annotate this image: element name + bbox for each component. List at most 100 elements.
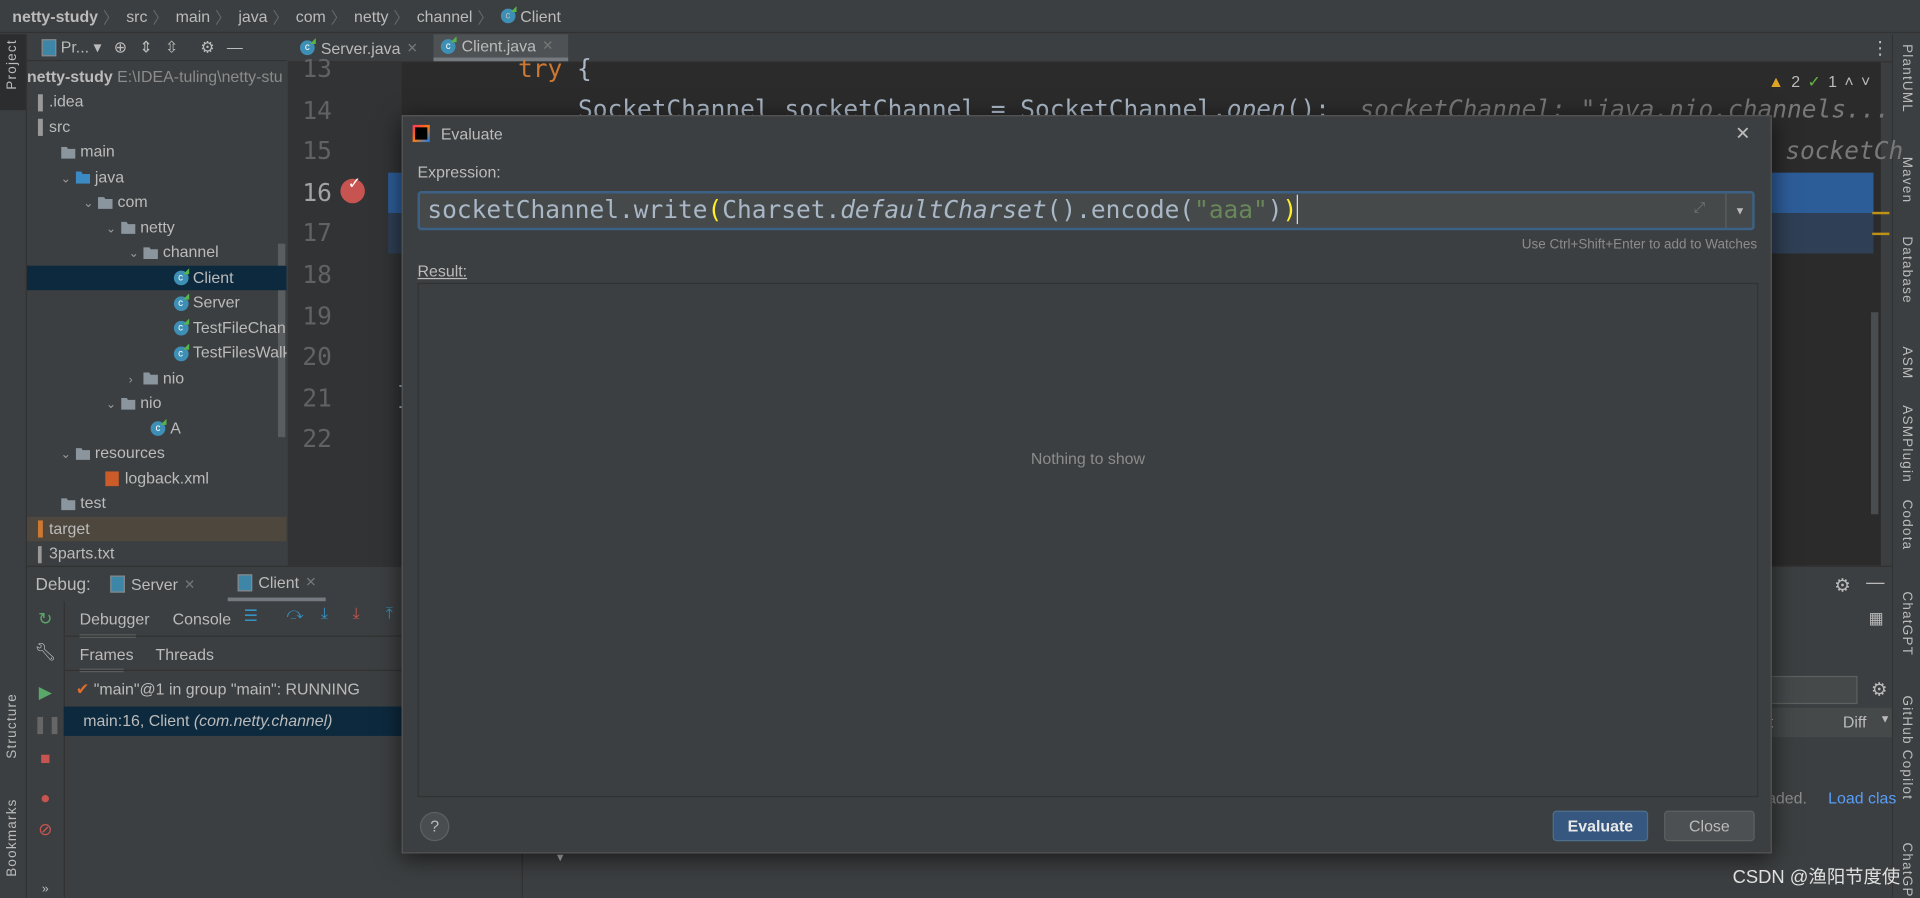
more-options-icon[interactable]: ⋮ <box>1871 37 1889 59</box>
close-icon[interactable]: ✕ <box>542 38 553 54</box>
load-classes-link[interactable]: Load clas <box>1828 789 1896 807</box>
locate-icon[interactable]: ⊕ <box>114 37 127 57</box>
project-tool-button[interactable]: Project <box>0 34 26 111</box>
chevron-down-icon[interactable]: ⌄ <box>106 217 121 241</box>
tree-item[interactable]: ⌄ java <box>27 165 287 189</box>
tree-item[interactable]: cA <box>27 416 287 440</box>
chevron-down-icon[interactable]: ⌄ <box>61 167 76 191</box>
tree-item[interactable]: ⌄ com <box>27 190 287 214</box>
settings-icon[interactable]: ⚙ <box>1871 678 1887 701</box>
tree-item[interactable]: ⌄ channel <box>27 240 287 264</box>
force-step-into-icon[interactable]: ⤓ <box>353 604 360 624</box>
tree-item[interactable]: ⌄ netty <box>27 215 287 239</box>
tab-frames[interactable]: Frames <box>79 645 134 673</box>
close-icon[interactable]: ✕ <box>305 574 316 591</box>
bookmarks-tool-button[interactable]: Bookmarks <box>5 798 20 876</box>
tree-item[interactable]: › nio <box>27 366 287 390</box>
debug-session-server[interactable]: Server ✕ <box>110 567 195 601</box>
close-icon[interactable]: ✕ <box>407 40 418 56</box>
editor-scrollbar[interactable] <box>1871 312 1879 515</box>
tool-window-chatgpt[interactable]: ChatGPT <box>1899 842 1914 897</box>
breakpoint-icon[interactable]: ✓ <box>340 174 365 204</box>
pause-icon[interactable]: ❚❚ <box>33 711 62 735</box>
frame-row[interactable]: main:16, Client (com.netty.channel) <box>63 706 432 736</box>
tree-item[interactable]: test <box>27 491 287 515</box>
close-icon[interactable]: ✕ <box>184 576 195 592</box>
chevron-down-icon[interactable]: ⌄ <box>129 242 144 266</box>
debug-session-client[interactable]: Client ✕ <box>227 567 327 602</box>
close-button[interactable]: Close <box>1664 810 1755 842</box>
diff-column[interactable]: Diff <box>1843 713 1867 731</box>
tool-window-asmplugin[interactable]: ASMPlugin <box>1899 405 1914 483</box>
project-view-dropdown[interactable]: Pr... ▾ <box>41 37 101 57</box>
tool-window-github-copilot[interactable]: GitHub Copilot <box>1899 696 1914 801</box>
tree-item[interactable]: .idea <box>27 89 287 113</box>
expand-all-icon[interactable]: ⇕ <box>139 37 152 57</box>
tree-item[interactable]: 3parts.txt <box>27 541 287 564</box>
breadcrumb-item[interactable]: netty-study <box>12 7 98 25</box>
thread-selector[interactable]: ✔ "main"@1 in group "main": RUNNING <box>76 680 360 700</box>
step-out-icon[interactable]: ⤒ <box>386 604 393 624</box>
history-dropdown[interactable]: ▼ <box>1725 193 1753 228</box>
breadcrumb-item[interactable]: src <box>126 7 147 25</box>
warning-stripe <box>1872 211 1890 215</box>
breadcrumb-item[interactable]: java <box>238 7 267 25</box>
tree-item[interactable]: c Server <box>27 290 287 314</box>
folder-icon <box>37 93 43 111</box>
expression-input[interactable]: socketChannel.write(Charset.defaultChars… <box>417 191 1755 231</box>
inspection-widget[interactable]: ▲ 2 ✓ 1 ˄ ˅ <box>1768 72 1870 92</box>
stop-icon[interactable]: ■ <box>33 746 57 770</box>
tool-window-asm[interactable]: ASM <box>1899 347 1914 380</box>
close-icon[interactable]: ✕ <box>1735 122 1750 145</box>
chevron-down-icon[interactable]: ⌄ <box>106 393 121 417</box>
step-over-icon[interactable]: ⤼ <box>287 604 304 624</box>
tree-item[interactable]: target <box>26 516 287 541</box>
tab-console[interactable]: Console <box>173 610 231 628</box>
breadcrumb-item[interactable]: netty <box>354 7 389 25</box>
expand-icon[interactable]: ⤢ <box>1693 198 1705 216</box>
mute-breakpoints-icon[interactable]: ⊘ <box>33 817 57 841</box>
rerun-icon[interactable]: ↻ <box>33 606 57 630</box>
structure-tool-button[interactable]: Structure <box>5 693 20 759</box>
tree-root[interactable]: netty-study E:\IDEA-tuling\netty-stu <box>27 65 287 89</box>
tool-window-database[interactable]: Database <box>1899 236 1914 303</box>
prev-icon[interactable]: ˄ <box>1844 72 1853 92</box>
tree-item[interactable]: c Client <box>26 265 287 290</box>
tree-item[interactable]: ⌄ resources <box>27 441 287 465</box>
tool-window-chatgpt[interactable]: ChatGPT <box>1899 591 1914 656</box>
next-icon[interactable]: ˅ <box>1861 72 1870 92</box>
breadcrumb-item[interactable]: com <box>296 7 326 25</box>
breadcrumb-item[interactable]: Client <box>520 7 561 25</box>
tool-window-plantuml[interactable]: PlantUML <box>1899 44 1914 113</box>
layout-icon[interactable]: ▦ <box>1869 609 1884 629</box>
resume-icon[interactable]: ▶ <box>33 680 57 704</box>
tree-item[interactable]: ⌄ nio <box>27 391 287 415</box>
tab-threads[interactable]: Threads <box>156 645 214 663</box>
breadcrumb-item[interactable]: channel <box>417 7 473 25</box>
chevron-down-icon[interactable]: ⌄ <box>61 443 76 467</box>
gear-icon[interactable]: ⚙ <box>1834 574 1850 597</box>
chevron-down-icon[interactable]: ⌄ <box>83 192 98 216</box>
chevron-right-icon[interactable]: › <box>129 368 144 392</box>
collapse-all-icon[interactable]: ⇳ <box>165 37 178 57</box>
tree-item[interactable]: cTestFileChannel <box>27 315 287 339</box>
tree-item[interactable]: main <box>27 140 287 164</box>
project-tree: netty-study E:\IDEA-tuling\netty-stu .id… <box>26 62 287 564</box>
minimize-icon[interactable]: — <box>227 38 243 56</box>
tab-debugger[interactable]: Debugger <box>79 610 150 638</box>
tree-item[interactable]: logback.xml <box>27 466 287 490</box>
result-tree[interactable]: Nothing to show <box>417 282 1759 798</box>
tree-item[interactable]: src <box>27 114 287 138</box>
more-icon[interactable]: » <box>33 878 57 898</box>
frames-list-icon[interactable]: ☰ <box>244 606 258 626</box>
step-into-icon[interactable]: ⤓ <box>321 604 328 624</box>
gear-icon[interactable]: ⚙ <box>200 37 214 57</box>
wrench-icon[interactable]: 🔧︎ <box>33 639 57 663</box>
help-button[interactable]: ? <box>420 811 450 842</box>
breadcrumb-item[interactable]: main <box>176 7 211 25</box>
tree-item[interactable]: cTestFilesWalkFil <box>27 340 287 364</box>
minimize-icon[interactable]: — <box>1866 572 1884 593</box>
view-breakpoints-icon[interactable]: ● <box>33 785 57 809</box>
evaluate-button[interactable]: Evaluate <box>1552 810 1649 842</box>
tool-window-codota[interactable]: Codota <box>1899 500 1914 551</box>
